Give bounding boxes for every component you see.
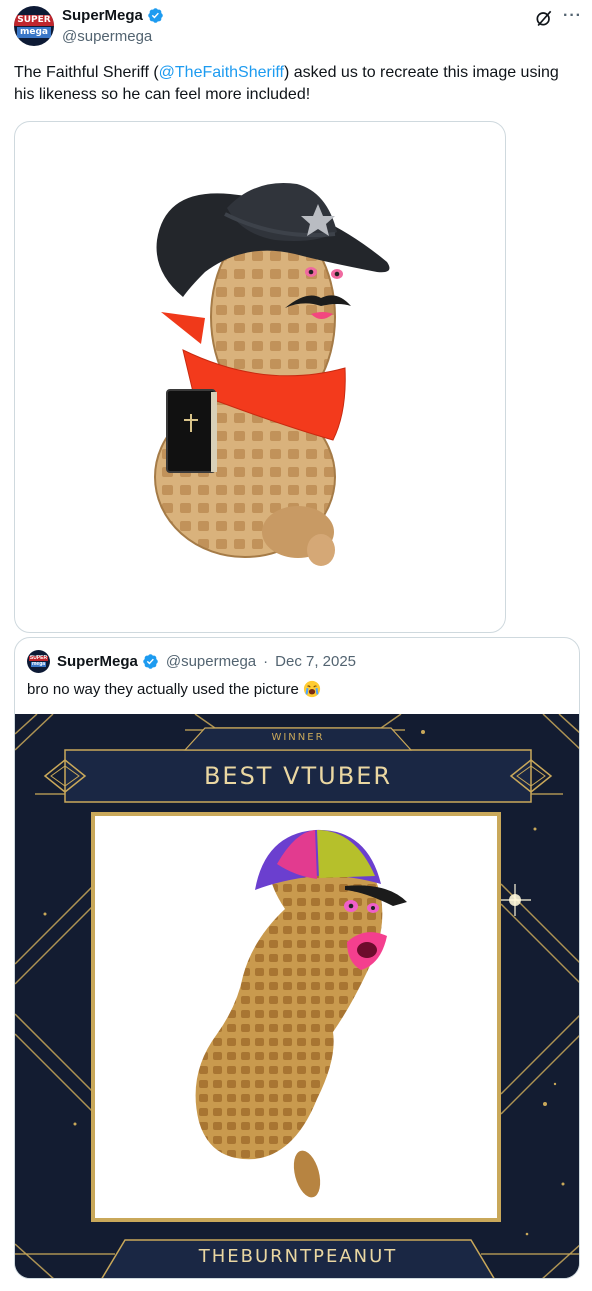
award-winner-label: WINNER — [271, 732, 325, 743]
sheriff-peanut-illustration — [154, 183, 390, 566]
grok-icon[interactable] — [534, 8, 554, 28]
quoted-author-avatar: SUPER mega — [27, 650, 50, 673]
verified-badge-icon — [143, 654, 158, 669]
award-category: BEST VTUBER — [203, 762, 393, 790]
quoted-author-name: SuperMega — [57, 653, 138, 670]
crying-face-emoji-icon — [303, 680, 320, 698]
quoted-author-handle: @supermega — [165, 653, 257, 670]
author-name[interactable]: SuperMega — [62, 7, 143, 24]
quoted-separator: · — [263, 653, 269, 670]
verified-badge-icon — [148, 8, 163, 23]
avatar-text-bottom: mega — [17, 26, 51, 38]
mention-link[interactable]: @TheFaithSheriff — [159, 64, 284, 81]
quoted-text: bro no way they actually used the pictur… — [27, 680, 299, 698]
author-avatar[interactable]: SUPER mega — [14, 6, 54, 46]
more-options-icon[interactable]: ··· — [563, 7, 582, 25]
quoted-avatar-text-bottom: mega — [30, 661, 47, 667]
award-frame-graphic — [15, 714, 579, 1278]
tweet-media-image[interactable] — [14, 121, 506, 633]
tweet-text: The Faithful Sheriff (@TheFaithSheriff) … — [14, 62, 574, 106]
quoted-tweet[interactable]: SUPER mega SuperMega @supermega · Dec 7,… — [14, 637, 580, 1279]
author-name-row: SuperMega — [62, 7, 164, 24]
quoted-tweet-text: bro no way they actually used the pictur… — [27, 680, 321, 698]
award-recipient: THEBURNTPEANUT — [198, 1246, 398, 1267]
quoted-tweet-header: SUPER mega SuperMega @supermega · Dec 7,… — [27, 650, 356, 673]
avatar-text-top: SUPER — [14, 14, 54, 26]
tweet-text-before: The Faithful Sheriff ( — [14, 64, 159, 81]
author-handle[interactable]: @supermega — [62, 28, 152, 45]
award-image[interactable]: WINNER BEST VTUBER THEBURNTPEANUT — [15, 714, 579, 1278]
quoted-date: Dec 7, 2025 — [275, 653, 357, 670]
